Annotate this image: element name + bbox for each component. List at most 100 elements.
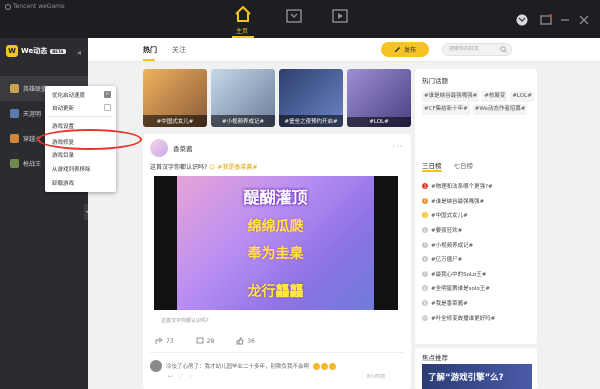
banner-1[interactable]: #中国式女儿# (143, 69, 207, 127)
nav-inbox-button[interactable] (284, 6, 304, 26)
like-small-icon[interactable]: ♡ (178, 373, 183, 380)
rank-item[interactable]: 4 #要夜狂欢# (422, 223, 534, 238)
wedongtai-logo[interactable]: W We动态 BETA (6, 45, 66, 57)
topic-tag[interactable]: #谁是峡谷最强嘴强# (422, 91, 480, 102)
post-author[interactable]: 香菜酱 (150, 139, 193, 157)
rank-text: #中国式女儿# (431, 213, 468, 220)
like-stat[interactable]: 36 (236, 337, 255, 345)
highlight-annotation (37, 129, 142, 150)
game-icon (10, 159, 19, 168)
rank-item[interactable]: 6 #亿万僵尸# (422, 252, 534, 267)
banner-4[interactable]: #LOL# (347, 69, 411, 127)
reply-icon[interactable]: ↩ (168, 373, 173, 380)
comment-preview: 冷淡了心房了：我才幼儿园毕业二十多年，别欺负我不会啊 (150, 360, 337, 372)
nav-video-button[interactable] (330, 6, 350, 26)
menu-item-auto-update[interactable]: 自动更新 (52, 104, 74, 112)
beta-badge: BETA (50, 48, 66, 54)
focus-banner[interactable]: 了解“游戏引擎”么? (422, 364, 532, 389)
avatar-icon[interactable] (516, 14, 528, 26)
banner-caption: #LOL# (347, 117, 411, 127)
rank-item[interactable]: 5 #小视频养成记# (422, 237, 534, 252)
video-caption: 这首汉字你都认识吗? (161, 318, 209, 324)
banner-2[interactable]: #小视频养成记# (211, 69, 275, 127)
banner-3[interactable]: #堡垒之夜预约开启# (279, 69, 343, 127)
rank-item[interactable]: 7 #最我心中的SoLo王# (422, 267, 534, 282)
topic-list: #谁是峡谷最强嘴强# #核聚变 #LOL# #CF集结新十年# #We动态作者招… (422, 91, 534, 115)
comment-icon (196, 337, 204, 344)
banner-caption: #中国式女儿# (143, 115, 207, 127)
rank-item[interactable]: 1 #物理和法系哪个更强?# (422, 179, 534, 194)
rank-number: 1 (422, 183, 428, 190)
rank-item[interactable]: 9 #我是香菜酱# (422, 296, 534, 311)
message-icon[interactable] (540, 14, 552, 26)
rank-number: 6 (422, 256, 428, 263)
nav-home-label: 主页 (236, 28, 249, 35)
topic-tag[interactable]: #CF集结新十年# (422, 104, 470, 115)
rank-text: #全明星赛谁是solo王# (431, 286, 490, 293)
tab-follow[interactable]: 关注 (172, 45, 186, 55)
rank-text: #最我心中的SoLo王# (431, 271, 487, 278)
focus-panel: 焦点推荐 了解“游戏引擎”么? (415, 348, 537, 389)
comment-stat[interactable]: 28 (196, 337, 214, 345)
more-small-icon[interactable]: ⋯ (188, 373, 194, 380)
menu-item-remove-from-list[interactable]: 从游戏列表移除 (52, 165, 91, 173)
video-text-line: 绵绵瓜瓞 (247, 219, 304, 235)
nav-home-button[interactable] (233, 4, 253, 24)
video-text-line: 醍醐灌顶 (243, 188, 308, 207)
post-button-label: 发布 (403, 47, 416, 54)
post-body: 这首汉字你都认识吗? (150, 164, 208, 171)
banner-caption: #小视频养成记# (211, 115, 275, 127)
tab-seven-day[interactable]: 七日榜 (454, 160, 474, 170)
search-icon[interactable] (500, 46, 507, 53)
rank-item[interactable]: 2 #谁是峡谷最强嘴强# (422, 194, 534, 209)
main-content: 热门 关注 发布 搜索你的好友 #中国式女儿# #小视频养成记# #堡垒之夜预约… (88, 38, 600, 389)
menu-divider (49, 116, 112, 117)
we-logo-icon: W (6, 45, 18, 57)
video-player[interactable]: 醍醐灌顶 绵绵瓜瓞 奉为圭臬 龙行龘龘 (154, 176, 398, 310)
edit-icon (394, 47, 400, 52)
home-icon (235, 5, 251, 22)
menu-item-uninstall[interactable]: 卸载游戏 (52, 179, 74, 187)
search-input[interactable]: 搜索你的好友 (442, 43, 512, 56)
divider (150, 352, 404, 353)
comment-text: 冷淡了心房了：我才幼儿园毕业二十多年，别欺负我不会啊 (166, 364, 310, 370)
rank-item[interactable]: 10 #叶全修变故播谁更好吗# (422, 310, 534, 325)
author-name[interactable]: 香菜酱 (173, 143, 193, 153)
brand: Tencent weGame (5, 3, 65, 10)
sidebar-toggle-icon[interactable]: ◂ (73, 46, 85, 58)
topic-tag[interactable]: #核聚变 (482, 91, 508, 102)
likes-count: 36 (247, 337, 255, 345)
topic-banners: #中国式女儿# #小视频养成记# #堡垒之夜预约开启# #LOL# (143, 69, 411, 127)
title-bar: Tencent weGame 主页 (0, 0, 600, 38)
rank-number: 3 (422, 212, 428, 219)
menu-item-game-directory[interactable]: 游戏目录 (52, 151, 74, 159)
minimize-icon[interactable] (559, 14, 571, 26)
checkbox-icon[interactable] (104, 104, 111, 111)
game-label: 枪战王 (23, 161, 42, 168)
rank-number: 8 (422, 285, 428, 292)
rank-number: 2 (422, 197, 428, 204)
post-tag[interactable]: #我是香菜酱# (217, 164, 257, 171)
checkbox-checked-icon[interactable]: ✓ (104, 91, 111, 98)
tab-three-day[interactable]: 三日榜 (422, 160, 442, 170)
cf-icon (10, 134, 19, 143)
topic-tag[interactable]: #We动态作者招募# (472, 104, 528, 115)
menu-item-optimize-startup[interactable]: 优化启动速度 (52, 91, 85, 99)
hot-topics-title: 热门话题 (422, 77, 448, 85)
more-options-icon[interactable]: ··· (392, 142, 403, 151)
close-icon[interactable] (578, 14, 590, 26)
tencent-logo-icon (5, 3, 11, 10)
post-button[interactable]: 发布 (381, 42, 429, 57)
tab-hot[interactable]: 热门 (143, 45, 157, 55)
avatar[interactable] (150, 139, 168, 157)
comment-actions: ↩ ♡ ⋯ (168, 373, 194, 380)
rank-item[interactable]: 8 #全明星赛谁是solo王# (422, 281, 534, 296)
rank-tab-indicator (422, 170, 442, 172)
commenter-avatar[interactable] (150, 360, 162, 372)
share-icon (155, 337, 163, 344)
lol-icon (10, 84, 19, 93)
share-stat[interactable]: 73 (155, 337, 174, 345)
topic-tag[interactable]: #LOL# (510, 91, 534, 102)
rank-text: #亿万僵尸# (431, 257, 463, 264)
rank-item[interactable]: 3 #中国式女儿# (422, 208, 534, 223)
